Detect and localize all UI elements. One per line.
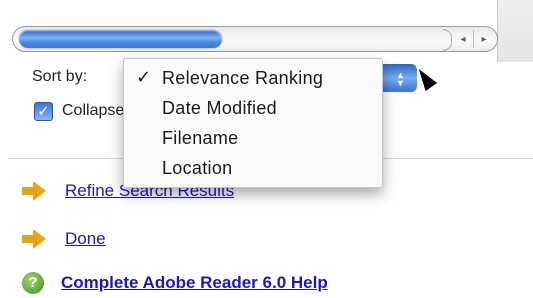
menu-item-relevance[interactable]: ✓ Relevance Ranking: [124, 63, 382, 93]
menu-item-location[interactable]: Location: [124, 153, 382, 183]
menu-item-label: Date Modified: [162, 98, 277, 118]
adobe-reader-help-link[interactable]: Complete Adobe Reader 6.0 Help: [61, 273, 328, 293]
menu-item-filename[interactable]: Filename: [124, 123, 382, 153]
popup-arrow-glyphs: ▲▼: [395, 70, 406, 86]
scrollbar-track-end: [443, 29, 452, 51]
scrollbar-arrow-buttons: ◂ ▸: [453, 30, 497, 48]
scrollbar-thumb[interactable]: [19, 30, 222, 48]
menu-item-label: Location: [162, 158, 233, 178]
menu-item-date-modified[interactable]: Date Modified: [124, 93, 382, 123]
scroll-right-icon[interactable]: ▸: [473, 30, 494, 48]
horizontal-scrollbar[interactable]: ◂ ▸: [12, 26, 498, 52]
link-row-help: ? Complete Adobe Reader 6.0 Help: [22, 268, 328, 298]
sort-popup-arrows-icon[interactable]: ▲▼: [383, 64, 417, 92]
arrow-icon: [22, 181, 48, 201]
checkbox-check-icon: ✓: [37, 103, 50, 120]
collapse-checkbox[interactable]: ✓: [34, 102, 53, 121]
sort-dropdown-menu: ✓ Relevance Ranking Date Modified Filena…: [123, 58, 383, 188]
collapse-label: Collapse: [62, 102, 125, 119]
scroll-left-icon[interactable]: ◂: [453, 30, 473, 48]
arrow-icon: [22, 229, 48, 249]
sort-by-label: Sort by:: [32, 68, 88, 85]
link-row-done: Done: [22, 224, 106, 254]
done-link[interactable]: Done: [65, 229, 106, 249]
vertical-scrollbar[interactable]: [497, 0, 533, 62]
check-icon: ✓: [136, 67, 152, 87]
menu-item-label: Relevance Ranking: [162, 68, 324, 88]
menu-item-label: Filename: [162, 128, 239, 148]
help-icon: ?: [22, 272, 44, 294]
